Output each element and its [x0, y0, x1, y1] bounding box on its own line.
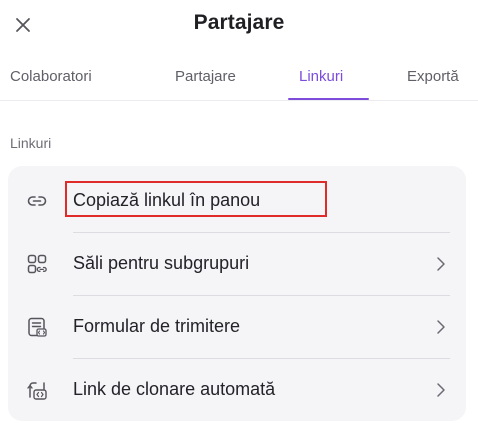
item-label: Formular de trimitere — [73, 316, 241, 336]
tab-partajare[interactable]: Partajare — [175, 68, 236, 85]
chevron-right-icon — [437, 257, 445, 271]
item-label: Link de clonare automată — [73, 379, 276, 399]
section-label: Linkuri — [10, 135, 52, 151]
item-label: Copiază linkul în panou — [73, 190, 261, 210]
subgroup-rooms-item[interactable]: Săli pentru subgrupuri — [8, 233, 466, 295]
submission-form-item[interactable]: Formular de trimitere — [8, 296, 466, 358]
chevron-right-icon — [437, 383, 445, 397]
subgroup-rooms-icon — [27, 254, 47, 274]
copy-link-to-board-item[interactable]: Copiază linkul în panou — [8, 170, 466, 232]
auto-clone-link-item[interactable]: Link de clonare automată — [8, 359, 466, 421]
tabs-divider — [0, 100, 478, 101]
link-icon — [27, 196, 47, 206]
links-card: Copiază linkul în panou Săli pentru subg… — [8, 166, 466, 421]
dialog-header: Partajare — [0, 0, 478, 48]
item-label: Săli pentru subgrupuri — [73, 253, 250, 273]
dialog-title: Partajare — [193, 11, 285, 34]
submission-form-icon — [28, 317, 47, 337]
chevron-right-icon — [437, 320, 445, 334]
tab-linkuri[interactable]: Linkuri — [299, 68, 343, 85]
tab-exporta[interactable]: Exportă — [407, 68, 459, 85]
auto-clone-link-icon — [27, 382, 47, 400]
tab-colaboratori[interactable]: Colaboratori — [10, 68, 92, 85]
tab-bar: Colaboratori Partajare Linkuri Exportă — [0, 58, 478, 106]
